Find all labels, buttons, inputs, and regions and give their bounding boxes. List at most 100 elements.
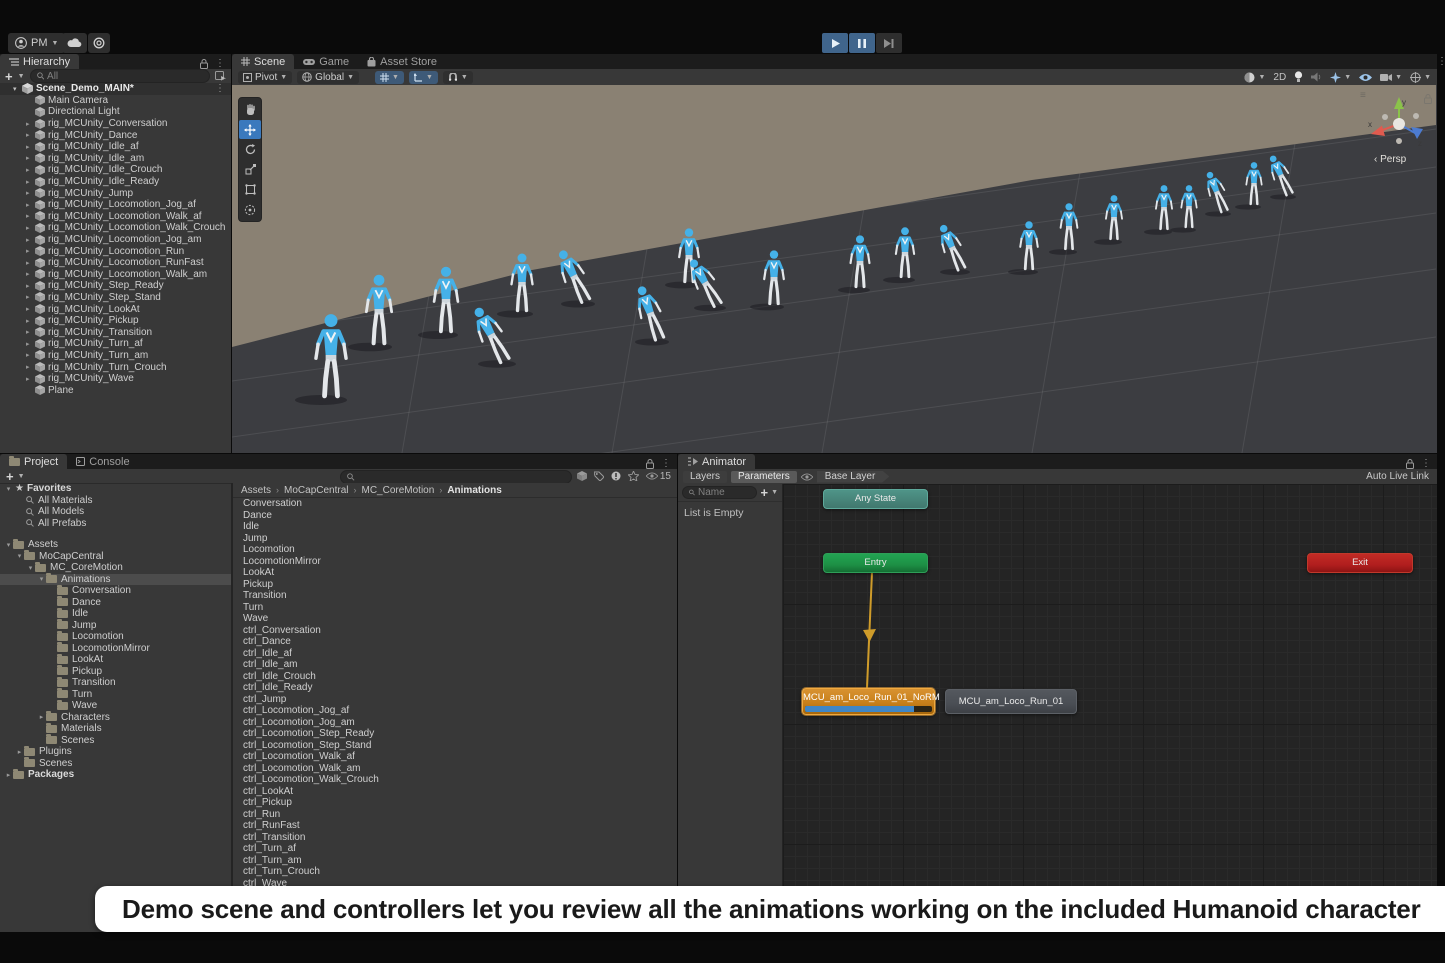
hierarchy-item[interactable]: ▸ rig_MCUnity_Locomotion_Run <box>0 245 231 257</box>
rotate-tool[interactable] <box>239 140 261 159</box>
favorites-item[interactable]: All Materials <box>0 495 231 507</box>
exit-node[interactable]: Exit <box>1307 553 1413 573</box>
tree-item[interactable]: ▾ MoCapCentral <box>0 551 231 563</box>
favorites-header[interactable]: ▾ ★ Favorites <box>0 483 231 495</box>
expander-icon[interactable]: ▸ <box>26 259 35 267</box>
hierarchy-item[interactable]: ▸ Directional Light <box>0 106 231 118</box>
breadcrumb-assets[interactable]: Assets <box>241 485 271 496</box>
entry-node[interactable]: Entry <box>823 553 928 573</box>
shading-mode-button[interactable]: ▼ <box>1244 72 1265 83</box>
expander-icon[interactable]: ▸ <box>26 154 35 162</box>
favorites-item[interactable]: All Models <box>0 506 231 518</box>
breadcrumb-mocapcentral[interactable]: MoCapCentral <box>284 485 348 496</box>
global-button[interactable]: Global ▼ <box>297 71 359 84</box>
camera-settings-button[interactable]: ▼ <box>1380 73 1402 82</box>
label-icon[interactable] <box>594 471 604 481</box>
lock-icon[interactable] <box>1424 94 1432 104</box>
file-row[interactable]: Dance <box>233 510 677 522</box>
transform-tool[interactable] <box>239 200 261 219</box>
file-row[interactable]: ctrl_Locomotion_Walk_af <box>233 751 677 763</box>
tab-asset-store[interactable]: Asset Store <box>358 54 446 69</box>
file-row[interactable]: ctrl_Idle_af <box>233 648 677 660</box>
lighting-toggle-icon[interactable] <box>1294 71 1303 83</box>
play-button[interactable] <box>822 33 848 53</box>
file-row[interactable]: ctrl_Jump <box>233 694 677 706</box>
file-row[interactable]: Wave <box>233 613 677 625</box>
file-row[interactable]: ctrl_Locomotion_Jog_am <box>233 717 677 729</box>
expander-icon[interactable]: ▸ <box>0 748 24 756</box>
rect-tool[interactable] <box>239 180 261 199</box>
add-parameter-button[interactable]: + <box>760 486 768 499</box>
file-row[interactable]: Locomotion <box>233 544 677 556</box>
hand-tool[interactable] <box>239 100 261 119</box>
tab-scene[interactable]: Scene <box>232 54 294 69</box>
parameter-search[interactable] <box>682 486 757 499</box>
cloud-button[interactable] <box>62 33 87 53</box>
expander-icon[interactable]: ▸ <box>26 317 35 325</box>
pivot-button[interactable]: Pivot ▼ <box>238 71 292 84</box>
file-row[interactable]: ctrl_RunFast <box>233 820 677 832</box>
file-row[interactable]: ctrl_Locomotion_Step_Stand <box>233 740 677 752</box>
layers-button[interactable]: Layers <box>683 471 727 483</box>
scene-picker-icon[interactable] <box>215 71 226 81</box>
expander-icon[interactable]: ▸ <box>26 340 35 348</box>
gizmos-button[interactable]: ▼ <box>1410 72 1431 83</box>
tab-animator[interactable]: Animator <box>678 454 755 469</box>
create-dropdown-icon[interactable]: ▼ <box>18 473 25 480</box>
lock-icon[interactable] <box>200 59 208 69</box>
scene-visibility-icon[interactable] <box>1359 73 1372 82</box>
hierarchy-item[interactable]: ▸ rig_MCUnity_Turn_Crouch <box>0 361 231 373</box>
file-row[interactable]: ctrl_Turn_Crouch <box>233 866 677 878</box>
file-row[interactable]: ctrl_Locomotion_Step_Ready <box>233 728 677 740</box>
eye-icon[interactable] <box>801 473 813 481</box>
tab-console[interactable]: Console <box>67 454 138 469</box>
state-node[interactable]: MCU_am_Loco_Run_01 <box>945 689 1077 714</box>
parameter-search-input[interactable] <box>698 487 750 498</box>
tab-project[interactable]: Project <box>0 454 67 469</box>
expander-icon[interactable]: ▸ <box>26 131 35 139</box>
file-row[interactable]: Pickup <box>233 579 677 591</box>
tree-item[interactable]: ▾ Assets <box>0 539 231 551</box>
hierarchy-item[interactable]: ▸ rig_MCUnity_Turn_am <box>0 350 231 362</box>
grid-snap-button[interactable]: ▼ <box>375 71 404 84</box>
auto-live-link-button[interactable]: Auto Live Link <box>1366 471 1432 482</box>
scene-kebab-icon[interactable]: ⋮ <box>215 84 231 94</box>
file-row[interactable]: ctrl_Pickup <box>233 797 677 809</box>
hierarchy-item[interactable]: ▸ rig_MCUnity_Idle_Ready <box>0 176 231 188</box>
tree-item[interactable]: Turn <box>0 689 231 701</box>
parameters-button[interactable]: Parameters <box>731 471 797 483</box>
file-row[interactable]: ctrl_Run <box>233 809 677 821</box>
any-state-node[interactable]: Any State <box>823 489 928 509</box>
hierarchy-search-input[interactable] <box>47 71 203 82</box>
hierarchy-item[interactable]: ▸ rig_MCUnity_Pickup <box>0 315 231 327</box>
step-button[interactable] <box>876 33 902 53</box>
effects-toggle-button[interactable]: ▼ <box>1330 72 1351 83</box>
file-row[interactable]: ctrl_Idle_Crouch <box>233 671 677 683</box>
expander-icon[interactable]: ▸ <box>26 212 35 220</box>
tree-item[interactable]: LookAt <box>0 654 231 666</box>
file-row[interactable]: LookAt <box>233 567 677 579</box>
file-row[interactable]: ctrl_Locomotion_Jog_af <box>233 705 677 717</box>
account-button[interactable]: PM ▼ <box>8 33 65 53</box>
create-dropdown-icon[interactable]: ▼ <box>18 73 25 80</box>
hierarchy-item[interactable]: ▸ Main Camera <box>0 95 231 107</box>
snap-settings-button[interactable]: ▼ <box>443 71 473 84</box>
file-row[interactable]: ctrl_Idle_am <box>233 659 677 671</box>
scene-root-row[interactable]: ▾ Scene_Demo_MAIN* ⋮ <box>0 83 231 95</box>
scene-viewport[interactable]: ≡ y x z ‹ Persp <box>232 85 1437 453</box>
expander-icon[interactable]: ▸ <box>26 143 35 151</box>
audio-toggle-icon[interactable] <box>1311 72 1322 82</box>
expander-icon[interactable]: ▸ <box>26 328 35 336</box>
lock-icon[interactable] <box>1406 459 1414 469</box>
persp-toggle[interactable]: ‹ Persp <box>1374 154 1406 165</box>
lock-icon[interactable] <box>646 459 654 469</box>
hierarchy-item[interactable]: ▸ rig_MCUnity_Wave <box>0 373 231 385</box>
file-row[interactable]: ctrl_Turn_af <box>233 843 677 855</box>
file-row[interactable]: Jump <box>233 533 677 545</box>
expander-icon[interactable]: ▸ <box>26 236 35 244</box>
file-row[interactable]: ctrl_LookAt <box>233 786 677 798</box>
hierarchy-item[interactable]: ▸ rig_MCUnity_Idle_af <box>0 141 231 153</box>
hierarchy-item[interactable]: ▸ rig_MCUnity_Locomotion_Jog_am <box>0 234 231 246</box>
tree-item[interactable]: ▸ Characters <box>0 712 231 724</box>
tree-item[interactable]: ▸ Plugins <box>0 746 231 758</box>
